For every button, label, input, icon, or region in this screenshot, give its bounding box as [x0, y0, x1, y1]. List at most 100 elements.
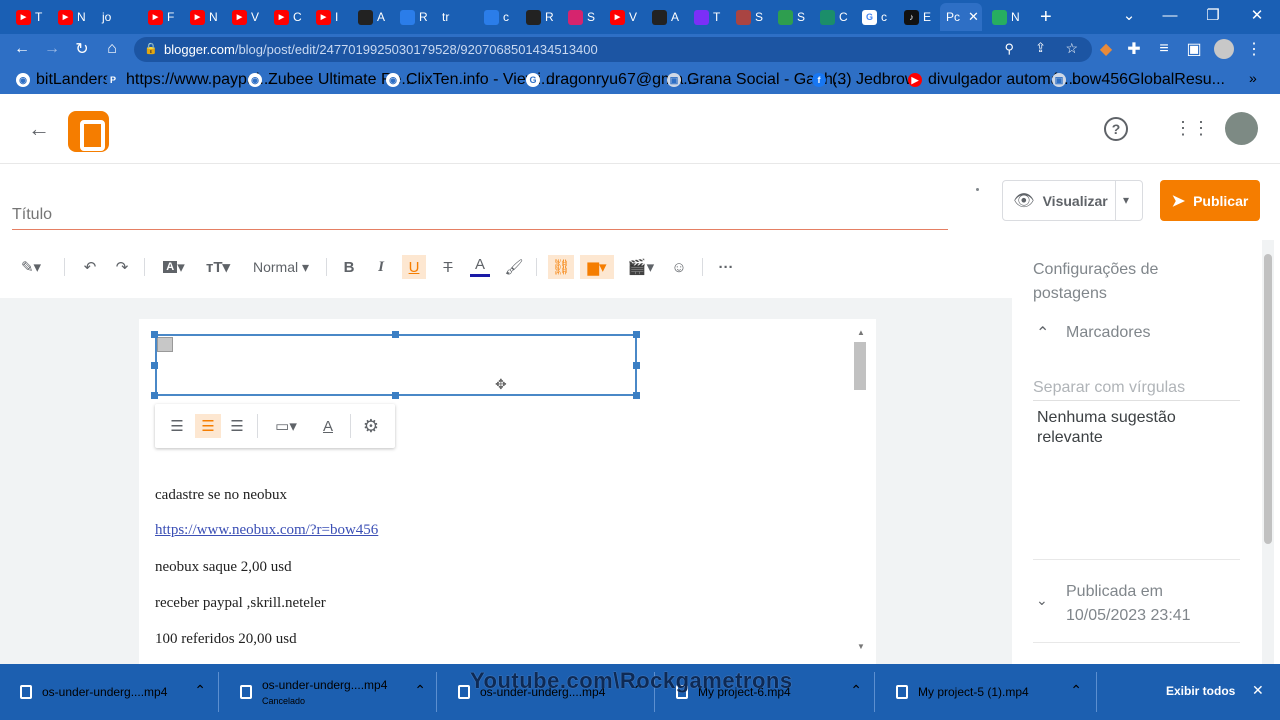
- chevron-down-icon[interactable]: ▾: [1123, 193, 1129, 207]
- browser-tab[interactable]: T: [688, 3, 728, 31]
- metamask-extension-icon[interactable]: ◆: [1096, 39, 1116, 59]
- apps-grid-icon[interactable]: ⋮⋮: [1174, 116, 1210, 140]
- published-info[interactable]: Publicada em 10/05/2023 23:41: [1066, 580, 1191, 628]
- browser-menu-icon[interactable]: ⋮: [1244, 39, 1264, 59]
- close-tab-icon[interactable]: ✕: [968, 9, 979, 25]
- compose-mode-icon[interactable]: ✎▾: [14, 255, 48, 279]
- resize-handle[interactable]: [633, 362, 640, 369]
- scroll-up-icon[interactable]: ▲: [857, 328, 865, 337]
- insert-video-icon[interactable]: 🎬▾: [626, 255, 656, 279]
- italic-icon[interactable]: I: [372, 255, 390, 279]
- bold-icon[interactable]: B: [340, 255, 358, 279]
- sidebar-scrollbar[interactable]: [1262, 240, 1274, 664]
- labels-input[interactable]: Separar com vírgulas: [1033, 379, 1185, 397]
- close-window-button[interactable]: ✕: [1234, 0, 1280, 30]
- blogger-logo[interactable]: [68, 111, 109, 152]
- restore-button[interactable]: ❐: [1190, 0, 1236, 30]
- preview-button[interactable]: 👁 Visualizar ▾: [1002, 180, 1143, 221]
- minimize-button[interactable]: —: [1147, 0, 1193, 30]
- publish-button[interactable]: ➤ Publicar: [1160, 180, 1260, 221]
- extensions-icon[interactable]: ✚: [1124, 39, 1144, 59]
- browser-tab[interactable]: ▶ N: [184, 3, 224, 31]
- sidebar-scrollbar-thumb[interactable]: [1264, 254, 1272, 544]
- resize-handle[interactable]: [633, 331, 640, 338]
- font-size-icon[interactable]: тT▾: [202, 255, 234, 279]
- post-body-link[interactable]: https://www.neobux.com/?r=bow456: [155, 522, 378, 539]
- link-icon[interactable]: ⛓: [548, 255, 574, 279]
- browser-tab[interactable]: tr: [436, 3, 476, 31]
- address-bar[interactable]: 🔒 blogger.com/blog/post/edit/24770199250…: [134, 37, 1092, 62]
- browser-tab[interactable]: ▶ V: [604, 3, 644, 31]
- selected-image-frame[interactable]: ✥: [155, 334, 637, 396]
- browser-tab[interactable]: S: [730, 3, 770, 31]
- home-icon[interactable]: ⌂: [102, 39, 122, 59]
- help-icon[interactable]: ?: [1104, 117, 1128, 141]
- browser-tab[interactable]: c: [478, 3, 518, 31]
- more-options-icon[interactable]: ···: [714, 255, 738, 279]
- redo-icon[interactable]: ↷: [112, 255, 132, 279]
- chevron-up-icon[interactable]: ⌃: [1036, 323, 1049, 343]
- chevron-up-icon[interactable]: ⌃: [414, 682, 426, 699]
- bookmark-item[interactable]: f (3) Jedbrow: [812, 71, 916, 89]
- resize-handle[interactable]: [392, 331, 399, 338]
- text-color-icon[interactable]: A: [470, 255, 490, 277]
- close-downloads-icon[interactable]: ✕: [1252, 682, 1264, 699]
- profile-avatar[interactable]: [1214, 39, 1234, 59]
- browser-tab[interactable]: S: [562, 3, 602, 31]
- browser-tab[interactable]: ▶ V: [226, 3, 266, 31]
- tab-search-icon[interactable]: ⌄: [1106, 0, 1152, 30]
- browser-tab[interactable]: ♪ E: [898, 3, 938, 31]
- align-left-icon[interactable]: ☰: [167, 414, 187, 438]
- align-center-icon[interactable]: ☰: [195, 414, 221, 438]
- browser-tab[interactable]: Gc: [856, 3, 896, 31]
- account-avatar[interactable]: [1225, 112, 1258, 145]
- download-item[interactable]: My project-5 (1).mp4 ⌃: [876, 664, 1092, 720]
- browser-tab[interactable]: R: [394, 3, 434, 31]
- bookmark-item[interactable]: ▣ bow456GlobalResu...: [1052, 71, 1225, 89]
- new-tab-button[interactable]: +: [1034, 3, 1052, 31]
- browser-tab[interactable]: C: [814, 3, 854, 31]
- bookmarks-overflow-button[interactable]: »: [1249, 70, 1257, 86]
- browser-tab[interactable]: A: [646, 3, 686, 31]
- bookmark-star-icon[interactable]: ☆: [1065, 40, 1078, 57]
- resize-handle[interactable]: [151, 362, 158, 369]
- settings-gear-icon[interactable]: ⚙: [359, 414, 383, 438]
- caption-icon[interactable]: A: [317, 414, 339, 438]
- highlight-icon[interactable]: 🖌: [504, 255, 524, 279]
- browser-tab[interactable]: ▶ I: [310, 3, 350, 31]
- chevron-up-icon[interactable]: ⌃: [850, 682, 862, 699]
- browser-tab[interactable]: ▶ C: [268, 3, 308, 31]
- chevron-down-icon[interactable]: ⌄: [1036, 592, 1048, 609]
- scrollbar-thumb[interactable]: [854, 342, 866, 390]
- insert-image-icon[interactable]: ▆▾: [580, 255, 614, 279]
- zoom-icon[interactable]: ⚲: [1004, 41, 1014, 57]
- browser-tab[interactable]: Pc ✕: [940, 3, 982, 31]
- browser-tab[interactable]: ▶ F: [142, 3, 182, 31]
- show-all-downloads-button[interactable]: Exibir todos: [1166, 684, 1235, 698]
- font-icon[interactable]: A ▾: [158, 255, 190, 279]
- browser-tab[interactable]: N: [986, 3, 1026, 31]
- resize-handle[interactable]: [151, 392, 158, 399]
- browser-tab[interactable]: R: [520, 3, 560, 31]
- browser-tab[interactable]: ▶ N: [52, 3, 92, 31]
- strikethrough-icon[interactable]: T: [438, 255, 458, 279]
- underline-icon[interactable]: U: [402, 255, 426, 279]
- forward-icon[interactable]: →: [42, 39, 62, 59]
- browser-tab[interactable]: A: [352, 3, 392, 31]
- resize-handle[interactable]: [633, 392, 640, 399]
- browser-tab[interactable]: S: [772, 3, 812, 31]
- resize-handle[interactable]: [392, 392, 399, 399]
- image-size-icon[interactable]: ▭▾: [267, 414, 305, 438]
- post-title-input[interactable]: [12, 200, 948, 230]
- browser-tab[interactable]: jo: [96, 3, 136, 31]
- download-item[interactable]: os-under-underg....mp4 ⌃: [0, 664, 216, 720]
- bookmark-item[interactable]: ◉ bitLanders: [16, 71, 111, 89]
- download-item[interactable]: os-under-underg....mp4 Cancelado ⌃: [220, 664, 436, 720]
- scroll-down-icon[interactable]: ▼: [857, 642, 865, 651]
- emoji-icon[interactable]: ☺: [668, 255, 690, 279]
- share-icon[interactable]: ⇪: [1035, 40, 1046, 56]
- reload-icon[interactable]: ↻: [72, 39, 92, 59]
- move-handle-icon[interactable]: ✥: [495, 376, 507, 393]
- labels-section-title[interactable]: Marcadores: [1066, 324, 1150, 342]
- reading-list-icon[interactable]: ≡: [1154, 39, 1174, 59]
